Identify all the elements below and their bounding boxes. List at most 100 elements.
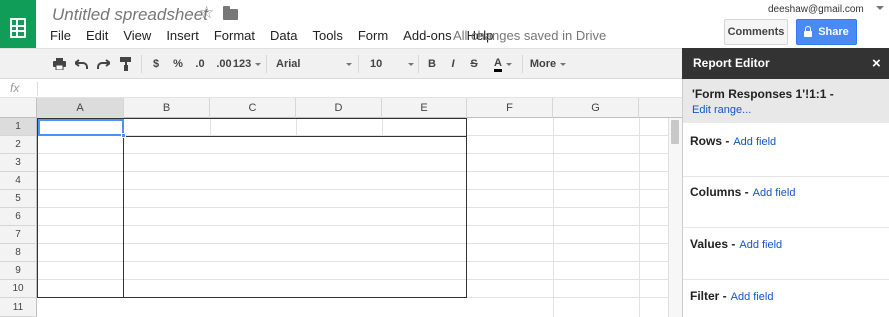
save-status[interactable]: All changes saved in Drive <box>453 28 606 43</box>
column-header-a[interactable]: A <box>37 98 124 118</box>
values-add-field-link[interactable]: Add field <box>739 239 782 251</box>
share-label: Share <box>818 26 849 38</box>
more-button[interactable]: More <box>528 55 568 73</box>
menu-insert[interactable]: Insert <box>166 28 199 43</box>
pivot-table-outline[interactable] <box>37 118 467 298</box>
row-header-7[interactable]: 7 <box>0 226 37 244</box>
more-formats-button[interactable]: 123 <box>232 55 262 73</box>
gridline <box>553 118 554 317</box>
star-icon[interactable]: ☆ <box>199 3 214 23</box>
menu-tools[interactable]: Tools <box>312 28 342 43</box>
select-all-corner[interactable] <box>0 98 37 118</box>
chevron-down-icon <box>346 62 352 66</box>
sheets-grid-icon <box>10 18 26 38</box>
close-icon[interactable]: × <box>872 55 881 72</box>
rows-add-field-link[interactable]: Add field <box>733 136 776 148</box>
account-caret-icon[interactable] <box>876 6 884 10</box>
vertical-scrollbar[interactable] <box>668 118 682 317</box>
column-header-f[interactable]: F <box>467 98 553 118</box>
undo-icon[interactable] <box>72 55 90 73</box>
formula-input[interactable] <box>44 82 664 96</box>
columns-label: Columns - <box>690 185 749 199</box>
values-label: Values - <box>690 237 736 251</box>
document-title[interactable]: Untitled spreadsheet <box>52 5 208 25</box>
menu-view[interactable]: View <box>123 28 151 43</box>
filter-label: Filter - <box>690 289 727 303</box>
paint-format-icon[interactable] <box>117 55 135 73</box>
row-header-8[interactable]: 8 <box>0 244 37 262</box>
rows-label: Rows - <box>690 134 730 148</box>
chevron-down-icon <box>505 62 512 66</box>
percent-format-button[interactable]: % <box>170 55 186 73</box>
scrollbar-thumb[interactable] <box>671 120 679 144</box>
font-family-value: Arial <box>276 58 301 70</box>
report-editor-title: Report Editor <box>693 56 770 70</box>
chevron-down-icon <box>560 62 567 66</box>
row-header-3[interactable]: 3 <box>0 154 37 172</box>
range-box <box>683 79 889 123</box>
toolbar-separator <box>522 55 523 73</box>
row-header-10[interactable]: 10 <box>0 280 37 298</box>
column-header-c[interactable]: C <box>210 98 296 118</box>
source-range: 'Form Responses 1'!1:1 - <box>692 87 834 101</box>
row-header-1[interactable]: 1 <box>0 118 37 136</box>
menu-format[interactable]: Format <box>214 28 255 43</box>
redo-icon[interactable] <box>94 55 112 73</box>
edit-range-link[interactable]: Edit range... <box>692 104 751 116</box>
font-size-select[interactable]: 10 <box>364 55 414 73</box>
row-header-6[interactable]: 6 <box>0 208 37 226</box>
row-header-2[interactable]: 2 <box>0 136 37 154</box>
column-header-d[interactable]: D <box>296 98 382 118</box>
row-header-4[interactable]: 4 <box>0 172 37 190</box>
gridline <box>639 118 640 317</box>
pivot-table-header-divider <box>124 136 467 137</box>
section-divider <box>683 176 889 177</box>
selected-cell[interactable] <box>38 119 124 136</box>
row-header-11[interactable]: 11 <box>0 298 37 317</box>
column-header-g[interactable]: G <box>553 98 639 118</box>
comments-button[interactable]: Comments <box>724 19 788 45</box>
text-color-label: A <box>494 57 502 72</box>
menu-data[interactable]: Data <box>270 28 297 43</box>
share-button[interactable]: Share <box>796 19 857 45</box>
formula-separator <box>37 82 38 96</box>
folder-icon[interactable] <box>223 6 238 20</box>
fx-label: fx <box>10 81 20 95</box>
toolbar-separator <box>141 55 142 73</box>
filter-add-field-link[interactable]: Add field <box>731 291 774 303</box>
text-color-button[interactable]: A <box>488 55 518 73</box>
pivot-table-row-divider <box>123 118 124 298</box>
section-divider <box>683 279 889 280</box>
menu-bar: File Edit View Insert Format Data Tools … <box>50 28 508 43</box>
chevron-down-icon <box>408 62 414 66</box>
section-divider <box>683 227 889 228</box>
columns-section: Columns - Add field <box>690 185 795 199</box>
italic-button[interactable]: I <box>445 55 461 73</box>
column-header-e[interactable]: E <box>382 98 467 118</box>
decrease-decimals-button[interactable]: .0 <box>190 55 210 73</box>
font-family-select[interactable]: Arial <box>272 55 352 73</box>
more-label: More <box>529 58 557 70</box>
print-icon[interactable] <box>50 55 68 73</box>
font-size-value: 10 <box>370 58 383 70</box>
chevron-down-icon <box>255 62 262 66</box>
row-header-9[interactable]: 9 <box>0 262 37 280</box>
menu-file[interactable]: File <box>50 28 71 43</box>
currency-format-button[interactable]: $ <box>148 55 164 73</box>
menu-addons[interactable]: Add-ons <box>403 28 451 43</box>
filter-section: Filter - Add field <box>690 289 773 303</box>
more-formats-label: 123 <box>232 58 252 70</box>
user-email[interactable]: deeshaw@gmail.com <box>768 4 864 15</box>
strikethrough-button[interactable]: S <box>466 55 482 73</box>
columns-add-field-link[interactable]: Add field <box>753 187 796 199</box>
menu-edit[interactable]: Edit <box>86 28 108 43</box>
bold-button[interactable]: B <box>424 55 440 73</box>
menu-form[interactable]: Form <box>358 28 388 43</box>
row-header-5[interactable]: 5 <box>0 190 37 208</box>
spreadsheet-window: Untitled spreadsheet ☆ File Edit View In… <box>0 0 889 317</box>
rows-section: Rows - Add field <box>690 134 776 148</box>
toolbar-separator <box>418 55 419 73</box>
toolbar-separator <box>266 55 267 73</box>
fill-handle[interactable] <box>121 133 126 138</box>
column-header-b[interactable]: B <box>124 98 210 118</box>
